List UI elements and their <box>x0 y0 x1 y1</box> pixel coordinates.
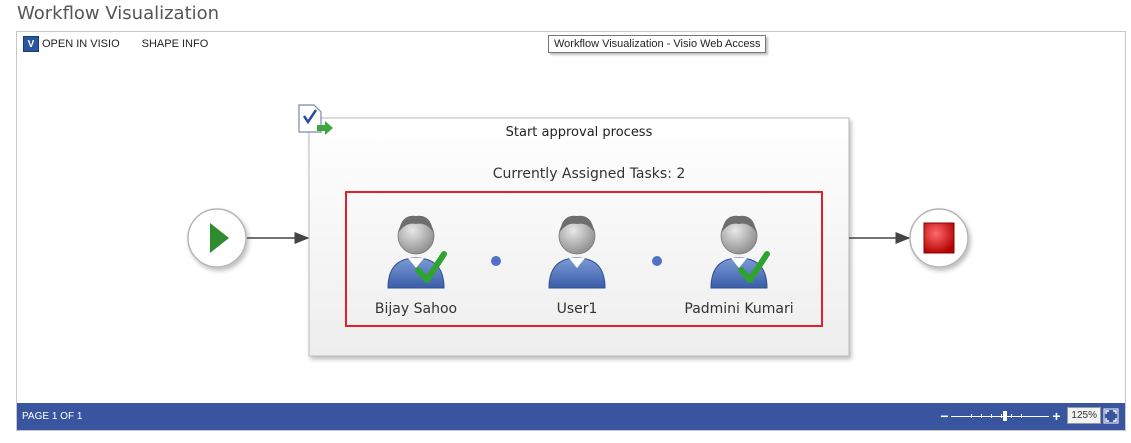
visio-viewer: V OPEN IN VISIO SHAPE INFO Workflow Visu… <box>16 31 1126 431</box>
zoom-controls: − + 125% <box>939 407 1119 424</box>
zoom-in-button[interactable]: + <box>1051 409 1061 423</box>
stop-icon <box>923 222 955 254</box>
zoom-out-button[interactable]: − <box>939 409 949 423</box>
start-node[interactable] <box>187 208 247 268</box>
assigned-tasks-label: Currently Assigned Tasks: 2 <box>493 166 686 182</box>
page-title: Workflow Visualization <box>17 3 220 24</box>
zoom-value: 125% <box>1067 407 1101 424</box>
end-node[interactable] <box>909 208 969 268</box>
page-indicator: PAGE 1 OF 1 <box>22 411 83 422</box>
diagram-canvas: Start approval process Currently Assigne… <box>187 104 969 357</box>
zoom-slider-thumb[interactable] <box>1003 410 1008 421</box>
assignee-name: User1 <box>557 301 598 317</box>
status-bar: PAGE 1 OF 1 − + 125% <box>17 403 1125 430</box>
stage-title: Start approval process <box>506 125 653 140</box>
assignee-name: Padmini Kumari <box>684 301 793 317</box>
connector-dot <box>491 256 501 266</box>
connector-dot <box>652 256 662 266</box>
assignee-name: Bijay Sahoo <box>375 301 457 317</box>
fit-to-page-icon[interactable] <box>1103 408 1119 424</box>
zoom-slider[interactable] <box>951 409 1050 423</box>
